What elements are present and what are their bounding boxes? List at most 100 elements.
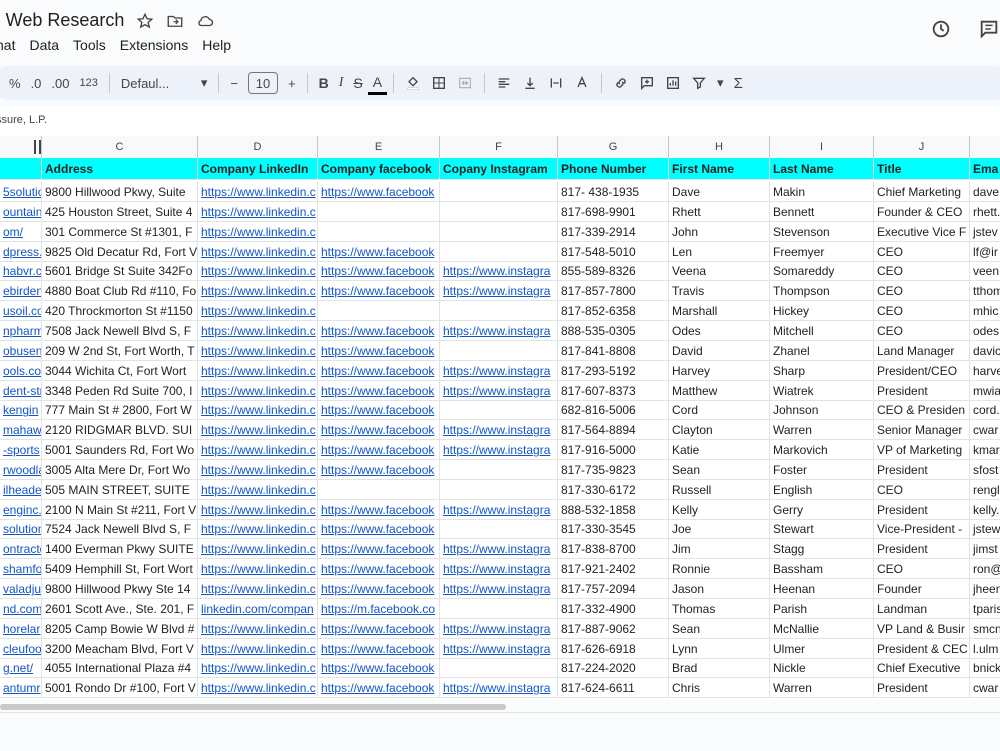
table-cell[interactable]: https://www.linkedin.c	[198, 559, 318, 580]
move-folder-icon[interactable]	[166, 12, 184, 35]
table-cell[interactable]: kmar	[970, 440, 1000, 461]
table-cell[interactable]: 2100 N Main St #211, Fort V	[42, 499, 198, 520]
table-cell[interactable]: CEO & Presiden	[874, 400, 970, 421]
table-cell[interactable]	[318, 301, 440, 322]
table-cell[interactable]: 817-852-6358	[558, 301, 669, 322]
table-cell[interactable]: l.ulm	[970, 639, 1000, 659]
table-cell[interactable]: Parish	[770, 598, 874, 619]
table-cell[interactable]: https://www.linkedin.c	[198, 360, 318, 381]
table-cell[interactable]: 817- 438-1935	[558, 182, 669, 202]
formula-bar[interactable]: ssure, L.P.	[0, 106, 1000, 137]
table-cell[interactable]: https://www.facebook	[318, 281, 440, 302]
header-cell[interactable]: Address	[42, 158, 198, 180]
table-cell[interactable]: President	[874, 499, 970, 520]
font-size-input[interactable]: 10	[247, 72, 278, 94]
cloud-status-icon[interactable]	[196, 12, 214, 35]
table-cell[interactable]: davic	[970, 341, 1000, 361]
table-cell[interactable]: 682-816-5006	[558, 400, 669, 421]
chevron-down-icon[interactable]: ▾	[196, 70, 213, 96]
table-cell[interactable]: Johnson	[770, 400, 874, 421]
table-cell[interactable]: 817-330-6172	[558, 479, 669, 500]
table-cell[interactable]: VP Land & Busir	[874, 618, 970, 639]
text-wrap-icon[interactable]	[543, 70, 569, 96]
align-left-icon[interactable]	[491, 70, 517, 96]
table-cell[interactable]: 301 Commerce St #1301, F	[42, 221, 198, 242]
table-cell[interactable]: Sean	[669, 459, 770, 480]
table-cell[interactable]: President & CEC	[874, 638, 970, 659]
table-cell[interactable]: David	[669, 340, 770, 361]
table-cell[interactable]: 3005 Alta Mere Dr, Fort Wo	[42, 459, 198, 480]
table-cell[interactable]: https://www.facebook	[318, 499, 440, 520]
table-cell[interactable]: Bennett	[770, 201, 874, 222]
table-cell[interactable]: President	[874, 678, 970, 699]
column-header[interactable]: I	[770, 136, 874, 158]
table-cell[interactable]: President	[874, 539, 970, 560]
column-header[interactable]: G	[558, 136, 669, 158]
table-cell[interactable]: kelly.	[970, 500, 1000, 520]
table-cell[interactable]: 425 Houston Street, Suite 4	[42, 201, 198, 222]
table-cell[interactable]: 9800 Hillwood Pkwy, Suite	[42, 182, 198, 202]
table-cell[interactable]: Jim	[669, 539, 770, 560]
table-cell[interactable]: 5solutio	[0, 182, 42, 202]
table-cell[interactable]: Chris	[669, 678, 770, 699]
strikethrough-button[interactable]: S	[348, 70, 367, 96]
table-cell[interactable]: 4055 International Plaza #4	[42, 658, 198, 679]
table-cell[interactable]: usoil.co	[0, 301, 42, 322]
table-cell[interactable]: Executive Vice F	[874, 221, 970, 242]
table-cell[interactable]: Warren	[770, 420, 874, 441]
table-cell[interactable]: https://www.instagra	[440, 678, 558, 699]
table-cell[interactable]: https://www.facebook	[318, 182, 440, 202]
header-cell[interactable]	[0, 158, 42, 180]
table-cell[interactable]: https://www.facebook	[318, 638, 440, 659]
table-cell[interactable]: CEO	[874, 261, 970, 282]
table-cell[interactable]: Chief Marketing	[874, 182, 970, 202]
header-cell[interactable]: Copany Instagram	[440, 158, 558, 180]
table-cell[interactable]: solution	[0, 519, 42, 540]
table-cell[interactable]: https://www.linkedin.c	[198, 420, 318, 441]
table-cell[interactable]: 7508 Jack Newell Blvd S, F	[42, 320, 198, 341]
column-header[interactable]	[970, 136, 1000, 158]
menu-format[interactable]: nat	[0, 37, 15, 53]
table-cell[interactable]: ountain	[0, 201, 42, 222]
table-cell[interactable]	[318, 221, 440, 242]
table-cell[interactable]: https://www.facebook	[318, 340, 440, 361]
table-cell[interactable]: https://www.linkedin.c	[198, 459, 318, 480]
table-cell[interactable]: President/CEO	[874, 360, 970, 381]
table-cell[interactable]: 420 Throckmorton St #1150	[42, 301, 198, 322]
table-cell[interactable]: enginc.	[0, 499, 42, 520]
table-cell[interactable]: 3348 Peden Rd Suite 700, I	[42, 380, 198, 401]
table-cell[interactable]: John	[669, 221, 770, 242]
table-cell[interactable]: https://www.linkedin.c	[198, 479, 318, 500]
table-cell[interactable]: jstev	[970, 222, 1000, 242]
decrease-decimal-button[interactable]: .0	[26, 70, 47, 96]
table-cell[interactable]: Odes	[669, 320, 770, 341]
table-cell[interactable]: cwar	[970, 678, 1000, 699]
table-cell[interactable]: ebirden	[0, 281, 42, 302]
table-cell[interactable]: Stevenson	[770, 221, 874, 242]
table-cell[interactable]: CEO	[874, 301, 970, 322]
table-cell[interactable]: Somareddy	[770, 261, 874, 282]
table-cell[interactable]: 2120 RIDGMAR BLVD. SUI	[42, 420, 198, 441]
table-cell[interactable]: https://www.instagra	[440, 539, 558, 560]
table-cell[interactable]: Kelly	[669, 499, 770, 520]
table-cell[interactable]: 817-887-9062	[558, 618, 669, 639]
table-cell[interactable]: VP of Marketing	[874, 440, 970, 461]
table-cell[interactable]: Land Manager	[874, 340, 970, 361]
table-cell[interactable]: Len	[669, 241, 770, 262]
header-cell[interactable]: First Name	[669, 158, 770, 180]
table-cell[interactable]: ron@	[970, 559, 1000, 580]
vertical-align-icon[interactable]	[517, 70, 543, 96]
table-cell[interactable]: valadjus	[0, 579, 42, 599]
table-cell[interactable]: Heenan	[770, 579, 874, 599]
table-cell[interactable]	[440, 241, 558, 262]
table-cell[interactable]	[440, 340, 558, 361]
table-cell[interactable]: 855-589-8326	[558, 261, 669, 282]
table-cell[interactable]: dent-str	[0, 380, 42, 401]
table-cell[interactable]: https://www.instagra	[440, 380, 558, 401]
table-cell[interactable]	[440, 400, 558, 421]
table-cell[interactable]: Clayton	[669, 420, 770, 441]
table-cell[interactable]: https://www.linkedin.c	[198, 618, 318, 639]
horizontal-scrollbar[interactable]	[0, 702, 1000, 712]
table-cell[interactable]: sfost	[970, 460, 1000, 480]
table-cell[interactable]: Makin	[770, 182, 874, 202]
